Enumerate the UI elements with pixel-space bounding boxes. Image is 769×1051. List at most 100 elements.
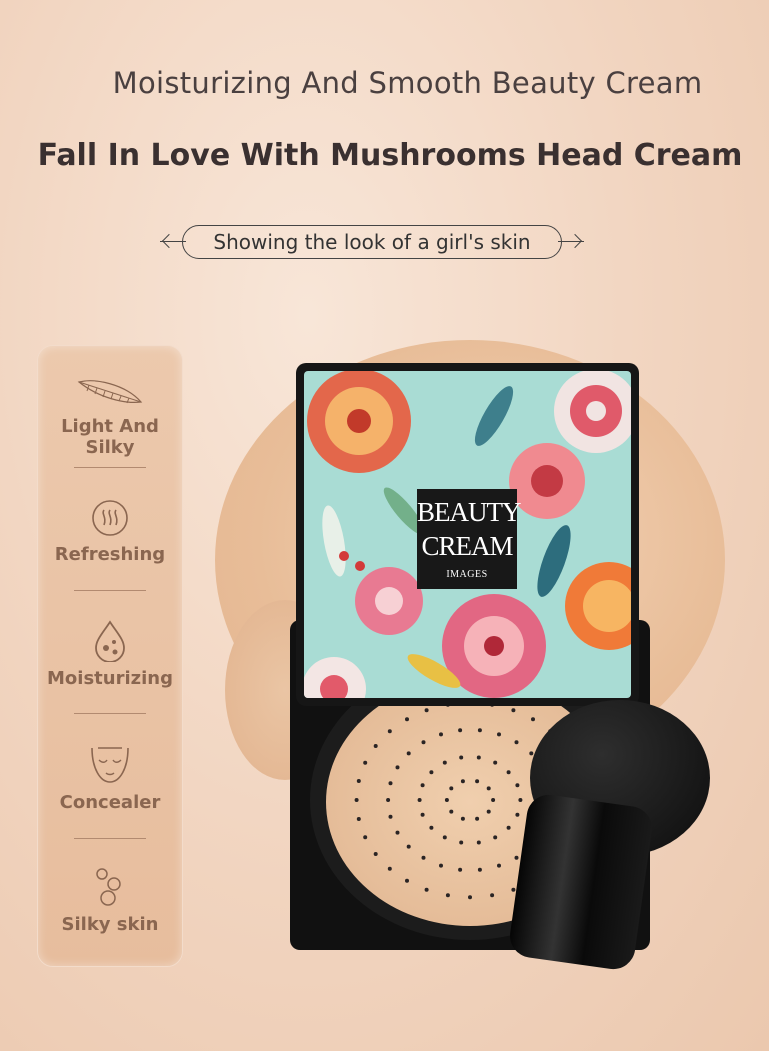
cushion-dot [468,895,472,900]
cushion-dot [458,867,463,872]
cushion-dot [497,732,501,737]
feature-label: Moisturizing [47,668,173,689]
cushion-dot [405,878,409,883]
cushion-dot [477,867,482,872]
cushion-dot [493,760,498,765]
flower-pink-icon [554,371,631,453]
mushroom-puff-handle [507,792,655,972]
cushion-dot [429,825,434,830]
flower-red-icon [307,371,411,473]
feature-panel: Light And Silky Refreshing Moisturizing … [37,345,183,967]
water-drop-icon [95,620,125,662]
cushion-dot [515,812,520,817]
cushion-dot [497,863,501,868]
cushion-dot [424,708,429,713]
cushion-dot [515,783,520,788]
feature-label: Refreshing [54,544,166,565]
cushion-dot [460,779,465,784]
feature-label: Light And Silky [61,416,159,458]
page-title: Fall In Love With Mushrooms Head Cream [37,138,743,173]
feature-divider [74,713,146,714]
cushion-dot [356,817,361,821]
cushion-dot [486,786,491,791]
cushion-dot [460,816,465,821]
feature-divider [74,590,146,591]
feature-label: Concealer [59,792,161,813]
cushion-dot [445,893,450,898]
cushion-dot [491,798,496,802]
cushion-dot [386,798,391,802]
cushion-dot [531,717,535,722]
bubbles-icon [96,868,121,906]
feature-refreshing: Refreshing [38,498,182,565]
cushion-dot [459,755,464,760]
flower-orange-icon [565,562,631,650]
cushion-dot [421,740,426,745]
tagline-left-arrow-icon [161,233,177,249]
feature-divider [74,838,146,839]
cushion-dot [475,779,480,784]
cushion-dot [429,770,434,775]
cushion-dot [373,744,378,748]
tagline-text: Showing the look of a girl's skin [182,225,562,259]
page-subtitle: Moisturizing And Smooth Beauty Cream [112,66,703,100]
cushion-dot [406,844,411,849]
cushion-dot [388,781,393,786]
cushion-dot [442,835,447,840]
cushion-dot [388,814,393,819]
floral-pattern: BEAUTY CREAM IMAGES [304,371,631,698]
compact-lid: BEAUTY CREAM IMAGES [296,363,639,706]
feature-moisturizing: Moisturizing [38,618,182,689]
cushion-dot [442,760,447,765]
feature-silky-skin: Silky skin [38,864,182,935]
flower-white-icon [304,657,366,698]
tagline-right-arrow-icon [567,233,583,249]
cushion-dot [395,765,400,770]
brand-line-3: IMAGES [446,569,488,580]
cushion-dot [476,840,481,845]
cushion-dot [511,708,516,713]
cushion-dot [356,779,361,783]
brand-line-1: BEAUTY [417,497,522,527]
feather-icon [77,380,143,404]
cushion-dot [511,887,516,892]
cushion-dot [421,855,426,860]
cushion-dot [444,798,449,802]
cushion-dot [395,830,400,835]
cushion-dot [449,809,454,814]
cushion-dot [459,840,464,845]
cushion-dot [514,740,519,745]
tagline-banner: Showing the look of a girl's skin [160,225,584,259]
cushion-dot [439,863,443,868]
cushion-dot [486,809,491,814]
cushion-dot [493,835,498,840]
cushion-dot [449,786,454,791]
cushion-dot [475,816,480,821]
cushion-dot [477,728,482,733]
cushion-dot [476,755,481,760]
cushion-dot [506,825,511,830]
flower-small-pink-icon [355,567,423,635]
feature-concealer: Concealer [38,742,182,813]
feature-divider [74,467,146,468]
cushion-dot [420,783,425,788]
cushion-compact: BEAUTY CREAM IMAGES [200,330,760,1010]
leaf-icon [474,386,514,446]
cushion-dot [420,812,425,817]
cushion-dot [417,798,422,802]
cushion-dot [458,728,463,733]
leaf-icon [322,505,346,577]
feature-label: Silky skin [61,914,159,935]
cushion-dot [387,729,392,734]
cushion-dot [406,751,411,756]
cushion-dot [506,770,511,775]
cushion-dot [439,732,443,737]
cushion-dot [363,835,368,840]
cushion-dot [518,798,523,802]
steam-circle-icon [92,500,128,536]
cushion-dot [387,866,392,871]
cushion-dot [363,760,368,765]
cushion-dot [490,893,495,898]
brand-line-2: CREAM [421,531,513,561]
cushion-dot [529,751,534,756]
